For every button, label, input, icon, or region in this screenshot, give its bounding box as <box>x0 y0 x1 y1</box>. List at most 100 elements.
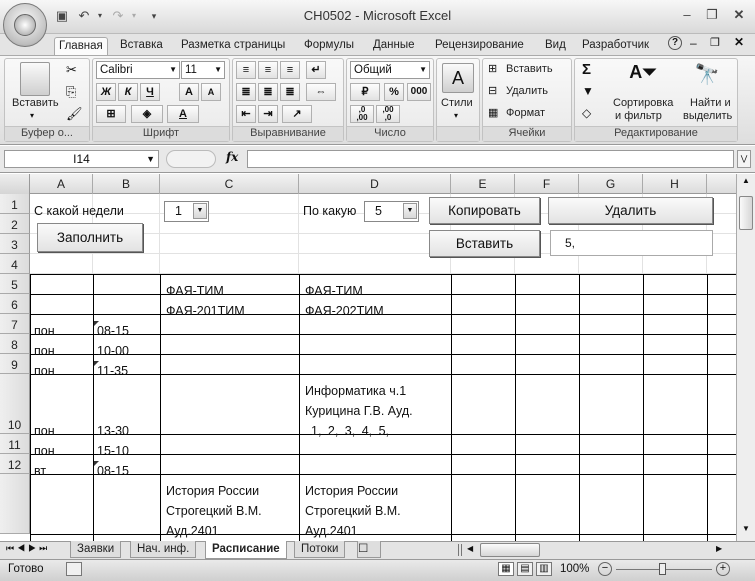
italic-button[interactable]: К <box>118 83 138 101</box>
page-break-view-icon[interactable]: ▥ <box>536 562 552 576</box>
clear-icon[interactable]: ◇ <box>582 106 591 120</box>
align-top-icon[interactable]: ≡ <box>236 61 256 79</box>
scroll-left-icon[interactable]: ◀ <box>467 544 473 553</box>
row-header-11[interactable]: 11 <box>0 434 30 454</box>
column-header-i[interactable] <box>707 174 736 194</box>
sheet-tab-raspisanie[interactable]: Расписание <box>205 541 287 559</box>
cell-B10[interactable]: 13-30 <box>94 424 129 438</box>
cell-C6[interactable]: ФАЯ-201ТИМ <box>163 304 245 318</box>
workbook-close-icon[interactable]: ✕ <box>734 35 744 49</box>
column-header-b[interactable]: B <box>93 174 160 194</box>
ribbon-minimize-icon[interactable]: ‒ <box>690 36 697 50</box>
paste-dropdown-icon[interactable]: ▾ <box>30 111 34 120</box>
styles-button[interactable]: Стили <box>441 97 473 109</box>
to-week-dropdown[interactable]: 5 ▼ <box>364 201 419 222</box>
zoom-level[interactable]: 100% <box>560 563 589 575</box>
orientation-icon[interactable]: ↗ <box>282 105 312 123</box>
sort-filter-icon[interactable]: A⏷ <box>628 62 658 94</box>
name-box[interactable]: I14 ▼ <box>4 150 159 168</box>
cell-A9[interactable]: пон <box>31 364 55 378</box>
sheet-tab-potoki[interactable]: Потоки <box>294 541 346 558</box>
align-middle-icon[interactable]: ≡ <box>258 61 278 79</box>
worksheet-grid[interactable]: ABCDEFGH 1 2 3 4 5 6 7 8 9 10 11 12 С какой недели … <box>0 174 736 541</box>
tab-split-handle[interactable] <box>458 544 462 556</box>
bold-button[interactable]: Ж <box>96 83 116 101</box>
insert-cells-button[interactable]: Вставить <box>506 63 553 75</box>
cell-A8[interactable]: пон <box>31 344 55 358</box>
align-center-icon[interactable]: ≣ <box>258 83 278 101</box>
cell-B11[interactable]: 15-10 <box>94 444 129 458</box>
row-header-3[interactable]: 3 <box>0 234 30 254</box>
increase-decimal-button[interactable]: ,0 ,00 <box>350 105 374 123</box>
zoom-out-icon[interactable]: − <box>598 562 612 576</box>
scroll-right-icon[interactable]: ▶ <box>716 544 722 553</box>
cell-B12[interactable]: 08-15 <box>94 464 129 478</box>
row-header-2[interactable]: 2 <box>0 214 30 234</box>
sheet-tab-zayavki[interactable]: Заявки <box>70 541 122 558</box>
zoom-slider-thumb[interactable] <box>659 563 666 575</box>
row-header-7[interactable]: 7 <box>0 314 30 334</box>
tab-formulas[interactable]: Формулы <box>300 37 358 55</box>
copy-button[interactable]: Копировать <box>429 197 540 224</box>
align-right-icon[interactable]: ≣ <box>280 83 300 101</box>
font-color-button[interactable]: A <box>167 105 199 123</box>
tab-data[interactable]: Данные <box>369 37 419 55</box>
cell-A12[interactable]: вт <box>31 464 46 478</box>
row-header-4[interactable]: 4 <box>0 254 30 274</box>
increase-indent-icon[interactable]: ⇥ <box>258 105 278 123</box>
align-bottom-icon[interactable]: ≡ <box>280 61 300 79</box>
restore-icon[interactable]: ❐ <box>702 6 722 24</box>
office-button[interactable] <box>3 3 47 47</box>
decrease-decimal-button[interactable]: ,00 ,0 <box>376 105 400 123</box>
paste-button[interactable]: Вставить <box>12 97 59 109</box>
sheet-nav-icons[interactable]: ⏮◀▶⏭ <box>6 543 50 554</box>
tab-review[interactable]: Рецензирование <box>431 37 528 55</box>
row-header-1[interactable]: 1 <box>0 194 30 214</box>
sort-filter-label-2[interactable]: и фильтр <box>615 110 662 122</box>
vertical-scrollbar[interactable]: ▲ ▼ <box>736 174 755 541</box>
column-header-a[interactable]: A <box>30 174 93 194</box>
column-header-c[interactable]: C <box>160 174 299 194</box>
find-select-label-2[interactable]: выделить <box>683 110 732 122</box>
help-icon[interactable]: ? <box>668 36 682 50</box>
paste-icon[interactable] <box>20 62 50 96</box>
normal-view-icon[interactable]: ▦ <box>498 562 514 576</box>
cut-icon[interactable]: ✂ <box>66 62 77 78</box>
page-layout-view-icon[interactable]: ▤ <box>517 562 533 576</box>
align-left-icon[interactable]: ≣ <box>236 83 256 101</box>
macro-record-icon[interactable] <box>66 562 82 576</box>
font-name-combo[interactable]: Calibri ▼ <box>96 61 180 79</box>
cell-C13-line3[interactable]: Ауд.2401 <box>163 524 219 538</box>
borders-icon[interactable]: ⊞ <box>96 105 126 123</box>
copy-icon[interactable]: ⎘ <box>66 84 76 100</box>
autosum-button[interactable]: Σ <box>582 61 591 78</box>
fill-button[interactable]: Заполнить <box>37 223 143 252</box>
cell-D10-line2[interactable]: Курицина Г.В. Ауд. <box>302 404 413 418</box>
font-size-combo[interactable]: 11 ▼ <box>181 61 225 79</box>
cell-A11[interactable]: пон <box>31 444 55 458</box>
cell-D6[interactable]: ФАЯ-202ТИМ <box>302 304 384 318</box>
cell-D13-line2[interactable]: Строгецкий В.М. <box>302 504 401 518</box>
cell-D13-line1[interactable]: История России <box>302 484 398 498</box>
fill-icon[interactable]: ▼ <box>582 84 594 98</box>
column-header-h[interactable]: H <box>643 174 707 194</box>
tab-developer[interactable]: Разработчик <box>578 37 653 55</box>
insert-button[interactable]: Вставить <box>429 230 540 257</box>
styles-icon[interactable]: A <box>442 63 474 93</box>
insert-function-button[interactable]: fx <box>226 150 238 164</box>
cell-D10-line1[interactable]: Информатика ч.1 <box>302 384 406 398</box>
tab-page-layout[interactable]: Разметка страницы <box>177 37 289 55</box>
row-header-6[interactable]: 6 <box>0 294 30 314</box>
tab-view[interactable]: Вид <box>541 37 570 55</box>
insert-sheet-icon[interactable]: ☐ <box>357 541 381 558</box>
expand-formula-icon[interactable]: ⋁ <box>737 150 751 168</box>
scroll-down-icon[interactable]: ▼ <box>739 524 753 538</box>
formula-input[interactable] <box>247 150 734 168</box>
cell-C13-line2[interactable]: Строгецкий В.М. <box>163 504 262 518</box>
row-header-12[interactable]: 12 <box>0 454 30 474</box>
cell-B8[interactable]: 10-00 <box>94 344 129 358</box>
ribbon-restore-icon[interactable]: ❐ <box>710 36 720 49</box>
currency-icon[interactable]: ₽ <box>350 83 380 101</box>
from-week-dropdown[interactable]: 1 ▼ <box>164 201 209 222</box>
styles-dropdown-icon[interactable]: ▾ <box>454 111 458 120</box>
